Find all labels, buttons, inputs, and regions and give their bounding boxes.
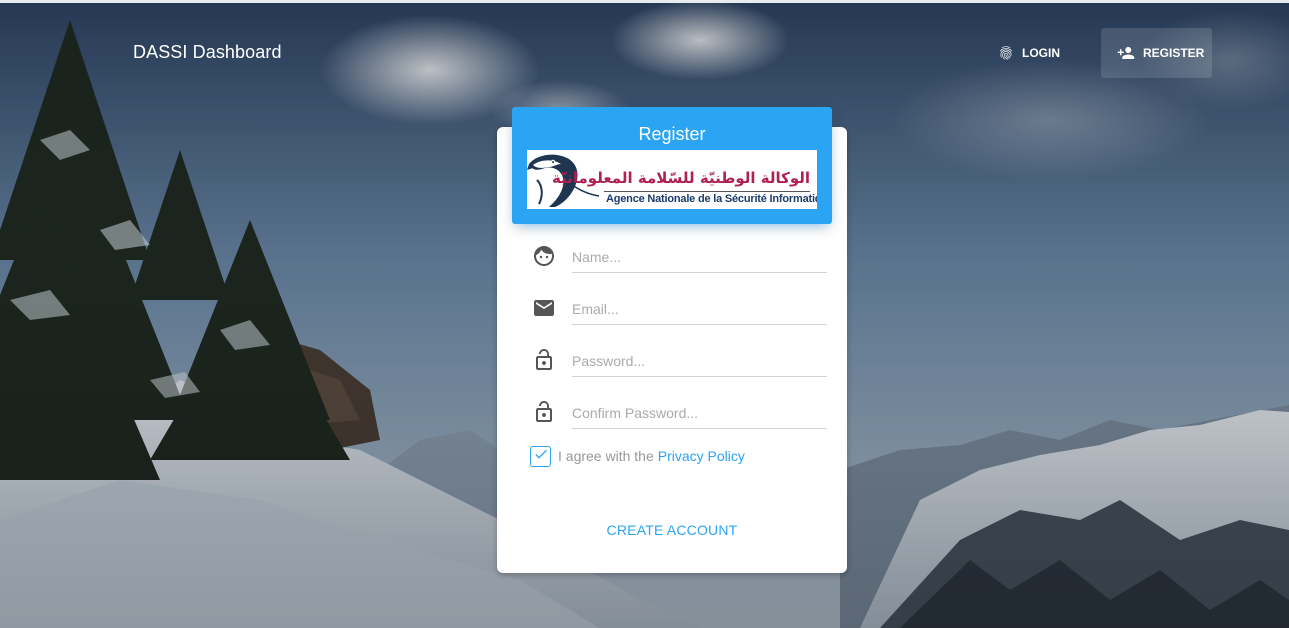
register-card-header: Register الوكالة الوطنيّة للسّلامة المعل… [512,107,832,224]
name-field-group [530,241,827,281]
person-add-icon [1117,44,1135,62]
lock-icon [532,400,556,424]
check-icon [533,446,549,467]
email-input[interactable] [572,293,827,325]
agree-text: I agree with the [558,448,654,464]
logo-french-text: Agence Nationale de la Sécurité Informat… [606,193,817,205]
lock-icon [532,348,556,372]
ansi-logo: الوكالة الوطنيّة للسّلامة المعلوماتيّة A… [527,150,817,209]
confirm-password-field-group [530,397,827,437]
nav-register-label: REGISTER [1143,46,1205,60]
email-field-group [530,293,827,333]
nav-login-label: LOGIN [1022,46,1060,60]
brand-link[interactable]: DASSI Dashboard [133,42,282,63]
top-border [0,0,1289,3]
mail-icon [532,296,556,320]
face-icon [532,244,556,268]
fingerprint-icon [998,45,1014,61]
confirm-password-input[interactable] [572,397,827,429]
logo-arabic-text: الوكالة الوطنيّة للسّلامة المعلوماتيّة [552,169,810,187]
password-input[interactable] [572,345,827,377]
nav-login-link[interactable]: LOGIN [982,28,1076,78]
privacy-policy-link[interactable]: Privacy Policy [658,448,745,464]
name-input[interactable] [572,241,827,273]
card-title: Register [638,124,706,144]
privacy-agreement: I agree with the Privacy Policy [530,445,745,467]
nav-register-link[interactable]: REGISTER [1101,28,1212,78]
create-account-button[interactable]: CREATE ACCOUNT [587,514,757,546]
password-field-group [530,345,827,385]
logo-divider [604,191,810,192]
agree-checkbox[interactable] [530,445,551,467]
